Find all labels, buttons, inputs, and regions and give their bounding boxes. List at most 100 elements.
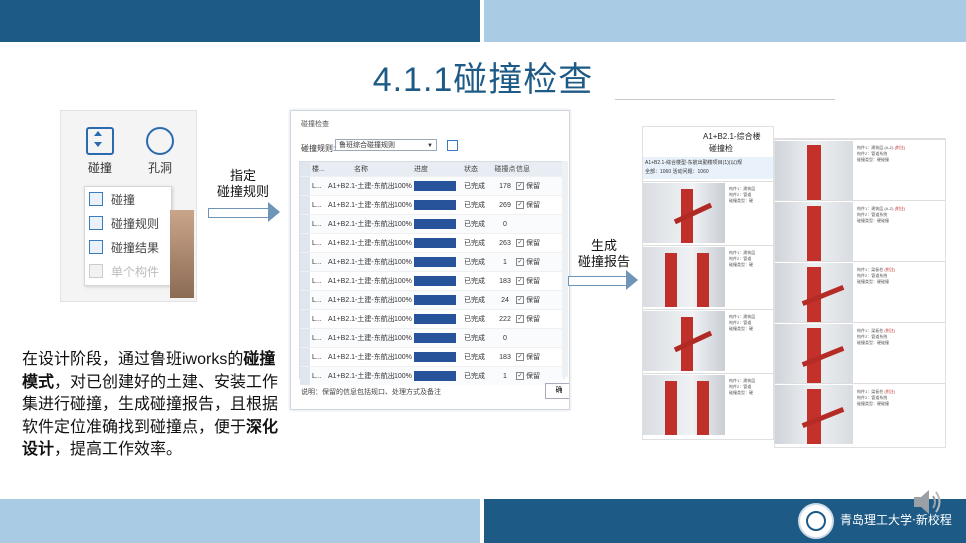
check-icon[interactable]: ✓ (516, 258, 524, 267)
check-icon[interactable]: ✓ (516, 239, 524, 248)
report-title: A1+B2.1-综合楼 (703, 132, 761, 141)
table-row[interactable]: L... A1+B2.1-土建-东航出... 100% 已完成 0 (300, 328, 564, 347)
speaker-icon[interactable] (908, 484, 948, 520)
text-run: 在设计阶段，通过鲁班iworks的 (22, 351, 244, 368)
progress-bar (414, 276, 456, 286)
cell-info-wrap: ✓ 保留 (516, 371, 544, 381)
check-icon[interactable]: ✓ (516, 277, 524, 286)
report-link[interactable]: (附注) (895, 145, 906, 150)
cell-progress (414, 238, 460, 248)
report-link[interactable]: (附注) (884, 267, 895, 272)
cell-percent: 100% (394, 315, 412, 323)
ok-button[interactable]: 确 (545, 383, 569, 399)
row-gutter (300, 291, 310, 309)
collision-render-image (775, 202, 853, 261)
check-icon[interactable]: ✓ (516, 182, 524, 191)
progress-bar (414, 352, 456, 362)
table-row[interactable]: L... A1+B2.1-土建-东航出... 100% 已完成 178 ✓ 保留 (300, 176, 564, 195)
column-header[interactable]: 进度 (414, 164, 460, 174)
cell-info-wrap: ✓ 保留 (516, 238, 544, 248)
cell-count: 183 (499, 353, 511, 361)
table-row[interactable]: L... A1+B2.1-土建-东航出... 100% 已完成 263 ✓ 保留 (300, 233, 564, 252)
cell-index: L... (312, 277, 322, 285)
report-entry-text: 构件1：建筑层 构件2：管道 碰撞类型：硬 (729, 314, 756, 331)
table-row[interactable]: L... A1+B2.1-土建-东航出... 100% 已完成 183 ✓ 保留 (300, 271, 564, 290)
cell-info: 保留 (526, 297, 540, 304)
table-row[interactable]: L... A1+B2.1-土建-东航出... 100% 已完成 222 ✓ 保留 (300, 309, 564, 328)
column-header[interactable]: 状态 (460, 164, 494, 174)
generate-report-label: 生成 碰撞报告 (568, 238, 640, 270)
row-gutter (300, 253, 310, 271)
cell-progress (414, 333, 460, 343)
text-run: ，提高工作效率。 (54, 441, 183, 458)
progress-bar (414, 371, 456, 381)
cell-info: 保留 (526, 354, 540, 361)
check-icon[interactable]: ✓ (516, 201, 524, 210)
cell-percent: 100% (394, 277, 412, 285)
check-icon[interactable]: ✓ (516, 315, 524, 324)
row-gutter (300, 310, 310, 328)
cell-count: 1 (503, 258, 507, 266)
cell-percent: 100% (394, 296, 412, 304)
menu-item-collision-results[interactable]: 碰撞结果 (85, 235, 171, 259)
table-row[interactable]: L... A1+B2.1-土建-东航出... 100% 已完成 1 ✓ 保留 (300, 366, 564, 385)
cell-info: 保留 (526, 316, 540, 323)
cell-progress (414, 314, 460, 324)
table-row[interactable]: L... A1+B2.1-土建-东航出... 100% 已完成 0 (300, 214, 564, 233)
report-link[interactable]: (附注) (884, 389, 895, 394)
cell-status: 已完成 (464, 278, 485, 285)
report-entry: 构件1：建筑层 构件2：管道 碰撞类型：硬 (643, 309, 773, 372)
cell-status: 已完成 (464, 354, 485, 361)
collision-ribbon-button[interactable]: 碰撞 (75, 121, 125, 176)
cell-progress (414, 200, 460, 210)
component-icon (89, 264, 103, 278)
table-row[interactable]: L... A1+B2.1-土建-东航出... 100% 已完成 269 ✓ 保留 (300, 195, 564, 214)
cell-index: L... (312, 239, 322, 247)
collision-button-label: 碰撞 (87, 161, 112, 175)
column-header[interactable]: 楼... (310, 164, 325, 174)
hole-button-label: 孔洞 (147, 161, 172, 175)
cell-progress (414, 219, 460, 229)
rule-select-value: 鲁班综合碰撞规则 (339, 142, 395, 149)
report-link[interactable]: (附注) (884, 328, 895, 333)
table-row[interactable]: L... A1+B2.1-土建-东航出... 100% 已完成 183 ✓ 保留 (300, 347, 564, 366)
menu-item-collision[interactable]: 碰撞 (85, 187, 171, 211)
hole-ribbon-button[interactable]: 孔洞 (135, 121, 185, 176)
report-link[interactable]: (附注) (895, 206, 906, 211)
column-header[interactable]: 信息 (516, 164, 544, 174)
cell-info-wrap: ✓ 保留 (516, 314, 544, 324)
collision-render-image (643, 375, 725, 435)
table-row[interactable]: L... A1+B2.1-土建-东航出... 100% 已完成 1 ✓ 保留 (300, 252, 564, 271)
table-row[interactable]: L... A1+B2.1-土建-东航出... 100% 已完成 24 ✓ 保留 (300, 290, 564, 309)
cell-index: L... (312, 258, 322, 266)
right-arrow-icon (568, 270, 638, 290)
cell-progress (414, 352, 460, 362)
check-icon[interactable]: ✓ (516, 372, 524, 381)
rule-select[interactable]: 鲁班综合碰撞规则 ▼ (335, 139, 437, 151)
description-text: 在设计阶段，通过鲁班iworks的碰撞模式，对已创建好的土建、安装工作集进行碰撞… (22, 349, 284, 462)
cell-progress (414, 295, 460, 305)
report-entry: 构件1：建筑层 (A-Z) (附注) 构件2：管道系统 碰撞类型：硬碰撞 (775, 200, 945, 262)
collision-report-page-2: 构件1：建筑层 (A-Z) (附注) 构件2：管道系统 碰撞类型：硬碰撞 构件1：建筑… (774, 138, 946, 448)
cell-name: A1+B2.1-土建-东航出... (328, 240, 394, 247)
progress-bar (414, 295, 456, 305)
progress-bar (414, 200, 456, 210)
cell-status: 已完成 (464, 259, 485, 266)
dialog-note: 说明：保留的信息包括规口、处理方式及备注 (301, 389, 441, 396)
cell-percent: 100% (394, 334, 412, 342)
report-entry: 构件1：建筑层 构件2：管道 碰撞类型：硬 (643, 181, 773, 244)
cell-name: A1+B2.1-土建-东航出... (328, 354, 394, 361)
check-icon[interactable]: ✓ (516, 353, 524, 362)
row-gutter (300, 196, 310, 214)
cell-status: 已完成 (464, 240, 485, 247)
menu-item-collision-rules[interactable]: 碰撞规则 (85, 211, 171, 235)
cell-info-wrap: ✓ 保留 (516, 257, 544, 267)
edit-icon[interactable] (447, 140, 458, 151)
column-header[interactable]: 名称 (324, 164, 394, 174)
cell-info: 保留 (526, 259, 540, 266)
column-header[interactable]: 碰撞点 (494, 164, 516, 174)
menu-item-label: 单个构件 (111, 264, 160, 279)
text-run: ，对已创建好的土建、安装工作集进行碰撞，生成碰撞报告，且根据软件定位准确找到碰撞… (22, 373, 279, 436)
check-icon[interactable]: ✓ (516, 296, 524, 305)
collision-render-image (775, 263, 853, 322)
